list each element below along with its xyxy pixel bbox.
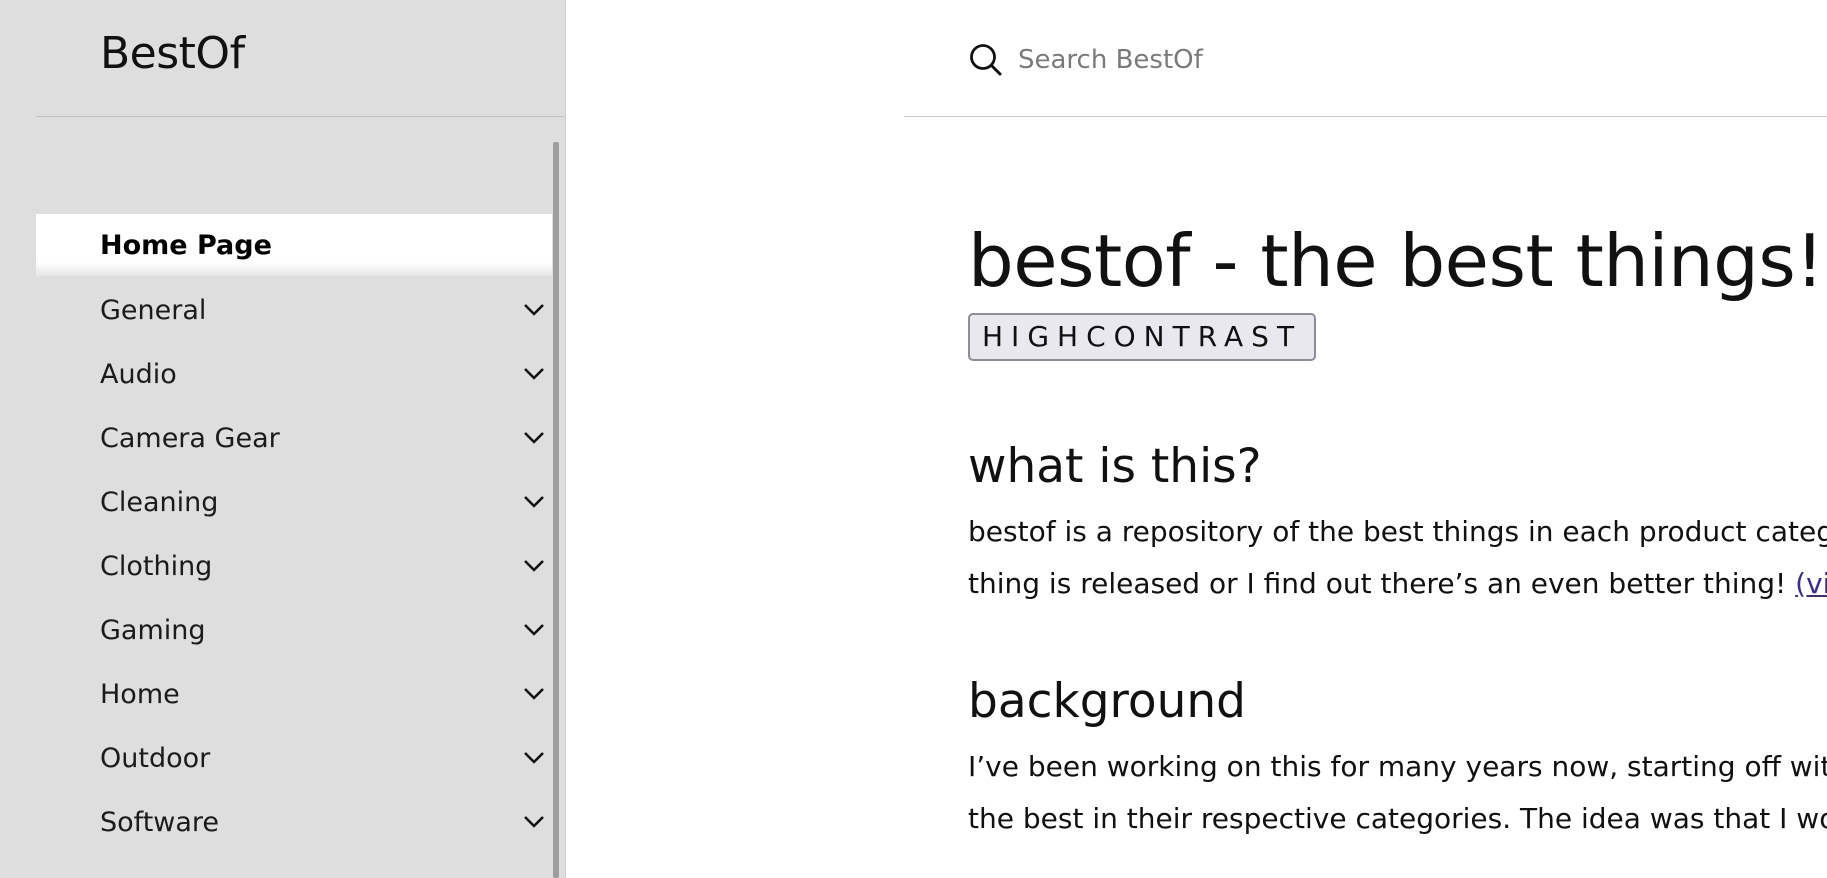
sidebar-scrollbar[interactable] [553, 142, 559, 878]
sidebar-item-gaming[interactable]: Gaming [36, 598, 552, 662]
chevron-down-icon[interactable] [520, 808, 548, 836]
sidebar-item-label: Home [100, 678, 180, 710]
sidebar-item-home[interactable]: Home [36, 662, 552, 726]
search-input[interactable] [1016, 44, 1716, 76]
chevron-down-icon[interactable] [520, 360, 548, 388]
chevron-down-icon[interactable] [520, 552, 548, 580]
sidebar-item-label: Software [100, 806, 220, 838]
sidebar-item-label: Gaming [100, 614, 206, 646]
section-paragraph: bestof is a repository of the best thing… [968, 506, 1827, 610]
sidebar-item-outdoor[interactable]: Outdoor [36, 726, 552, 790]
sidebar-item-label: Audio [100, 358, 177, 390]
sidebar-item-software[interactable]: Software [36, 790, 552, 854]
paragraph-line: bestof is a repository of the best thing… [968, 514, 1827, 548]
paragraph-line: thing is released or I find out there’s … [968, 566, 1796, 600]
section-paragraph: I’ve been working on this for many years… [968, 741, 1827, 845]
search-icon[interactable] [968, 40, 1008, 80]
chevron-down-icon[interactable] [520, 616, 548, 644]
chevron-down-icon[interactable] [520, 680, 548, 708]
sidebar-nav: Home Page General Audio Camera Gear Clea… [36, 214, 552, 854]
paragraph-line: the best in their respective categories.… [968, 801, 1827, 835]
sidebar-item-label: Clothing [100, 550, 213, 582]
sidebar-item-general[interactable]: General [36, 278, 552, 342]
main-content: bestof - the best things! HIGHCONTRAST w… [968, 220, 1827, 845]
sidebar-item-audio[interactable]: Audio [36, 342, 552, 406]
sidebar-item-cleaning[interactable]: Cleaning [36, 470, 552, 534]
sidebar-item-label: General [100, 294, 207, 326]
sidebar: BestOf Home Page General Audio Camera Ge… [0, 0, 566, 878]
search-bar [904, 30, 1827, 90]
chevron-down-icon[interactable] [520, 744, 548, 772]
brand-logo[interactable]: BestOf [100, 28, 245, 79]
chevron-down-icon[interactable] [520, 296, 548, 324]
high-contrast-button[interactable]: HIGHCONTRAST [968, 312, 1317, 361]
chevron-down-icon[interactable] [520, 424, 548, 452]
divider [904, 116, 1827, 117]
section-heading-what-is-this: what is this? [968, 438, 1262, 494]
section-heading-background: background [968, 673, 1246, 729]
sidebar-item-label: Outdoor [100, 742, 211, 774]
sidebar-item-label: Camera Gear [100, 422, 280, 454]
sidebar-item-camera-gear[interactable]: Camera Gear [36, 406, 552, 470]
sidebar-item-label: Cleaning [100, 486, 219, 518]
sidebar-item-home-page[interactable]: Home Page [36, 214, 552, 276]
divider [36, 116, 565, 117]
sidebar-item-clothing[interactable]: Clothing [36, 534, 552, 598]
video-link[interactable]: (vi [1795, 567, 1827, 600]
paragraph-line: I’ve been working on this for many years… [968, 749, 1827, 783]
page-title: bestof - the best things! [968, 219, 1824, 303]
chevron-down-icon[interactable] [520, 488, 548, 516]
